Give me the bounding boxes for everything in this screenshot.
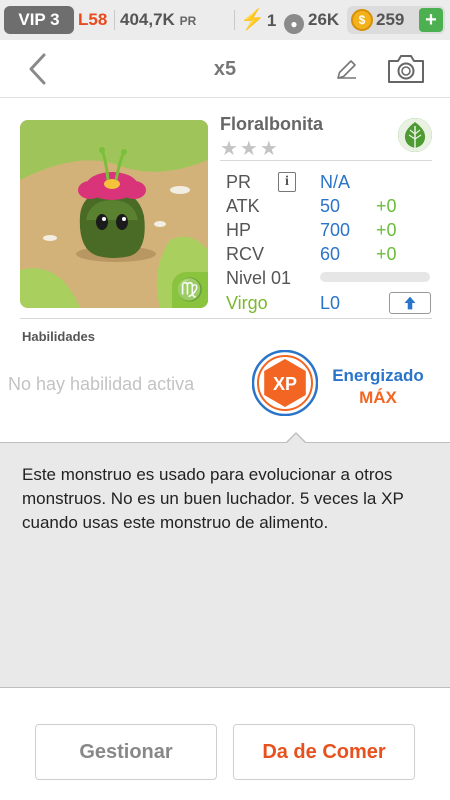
divider <box>20 318 432 319</box>
atk-bonus: +0 <box>376 196 397 216</box>
coin-counter[interactable]: $ 259 + <box>347 6 445 34</box>
pr-label: PR <box>226 172 252 192</box>
pencil-icon[interactable] <box>334 56 360 82</box>
star-rating: ★★★ <box>220 138 280 160</box>
hp-label: HP <box>226 220 252 240</box>
page-title: x5 <box>213 58 237 80</box>
rcv-label: RCV <box>226 244 265 264</box>
level-progress-bar <box>320 272 430 282</box>
paw-icon: ● <box>284 14 304 34</box>
rcv-value: 60 <box>320 244 341 264</box>
description-panel: Este monstruo es usado para evolucionar … <box>0 442 450 688</box>
info-icon[interactable]: i <box>278 172 296 192</box>
lightning-icon: ⚡ <box>240 9 265 31</box>
atk-value: 50 <box>320 196 341 216</box>
zodiac-badge: ♍ <box>172 272 208 308</box>
monster-name: Floralbonita <box>220 114 323 134</box>
pr-value: N/A <box>320 172 351 192</box>
upgrade-arrow-button[interactable] <box>389 292 431 314</box>
level-label: Nivel 01 <box>226 268 292 288</box>
power-value: 404,7K <box>120 10 175 29</box>
energized-label: Energizado <box>332 366 424 385</box>
hp-value: 700 <box>320 220 351 240</box>
coin-icon: $ <box>351 9 373 31</box>
add-coins-button[interactable]: + <box>419 8 443 32</box>
xp-badge-icon[interactable]: XP <box>251 349 319 417</box>
energy-counter[interactable]: ⚡ 1 <box>240 6 276 34</box>
no-ability-text: No hay habilidad activa <box>8 374 195 394</box>
divider <box>220 160 432 161</box>
zodiac-level: L0 <box>320 293 341 313</box>
header: x5 <box>0 40 450 98</box>
abilities-title: Habilidades <box>22 329 95 344</box>
coin-value: 259 <box>376 10 405 29</box>
atk-label: ATK <box>226 196 260 216</box>
energy-value: 1 <box>266 11 277 30</box>
rcv-bonus: +0 <box>376 244 397 264</box>
description-text: Este monstruo es usado para evolucionar … <box>22 465 404 532</box>
zodiac-name: Virgo <box>226 293 268 313</box>
xp-badge-text: XP <box>273 374 297 394</box>
hp-bonus: +0 <box>376 220 397 240</box>
leaf-icon <box>398 118 432 152</box>
vip-badge[interactable]: VIP 3 <box>4 6 74 34</box>
player-level: L58 <box>78 10 108 29</box>
food-counter[interactable]: ● 26K <box>284 6 339 34</box>
monster-portrait[interactable]: ♍ <box>20 120 208 308</box>
power-unit: PR <box>179 14 197 28</box>
camera-icon[interactable] <box>386 52 426 86</box>
feed-button[interactable]: Da de Comer <box>233 724 415 780</box>
manage-button[interactable]: Gestionar <box>35 724 217 780</box>
status-divider <box>234 10 235 30</box>
status-bar: VIP 3 L58 404,7K PR ⚡ 1 ● 26K $ 259 + <box>0 0 450 40</box>
status-divider <box>114 10 115 30</box>
description-pointer <box>286 434 306 444</box>
chevron-left-icon[interactable] <box>24 52 54 86</box>
food-value: 26K <box>308 10 340 29</box>
energized-value: MÁX <box>359 388 397 407</box>
player-power: 404,7K PR <box>120 6 196 34</box>
